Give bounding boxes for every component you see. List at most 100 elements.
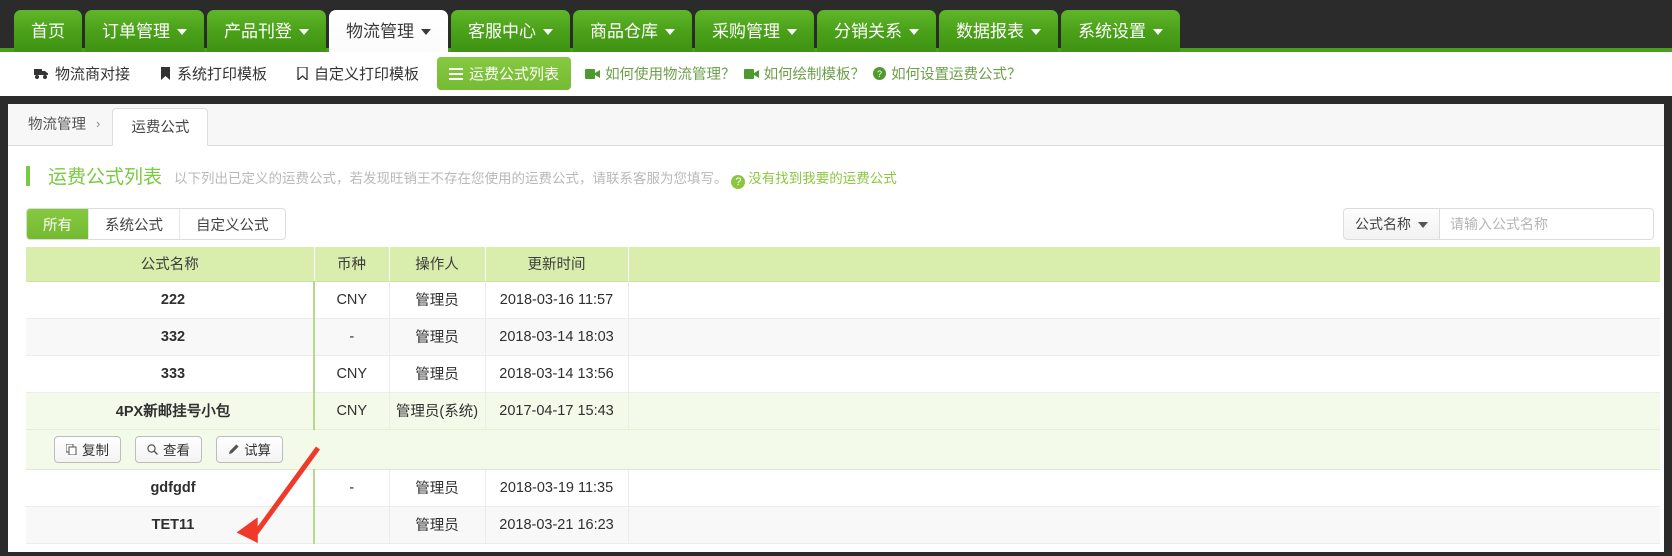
column-header-formula-name: 公式名称 — [26, 247, 315, 282]
cell-actions — [628, 469, 1660, 507]
help-link-label: 如何设置运费公式？ — [891, 67, 1022, 83]
cell-operator: 管理员 — [389, 469, 486, 507]
video-icon — [585, 68, 601, 79]
subnav-item-label: 物流商对接 — [55, 66, 131, 83]
search-field-select[interactable]: 公式名称 — [1343, 208, 1439, 240]
breadcrumb-tab-label: 运费公式 — [131, 120, 190, 136]
row-action-spacer — [389, 429, 485, 470]
cell-currency: CNY — [314, 392, 390, 430]
table-row[interactable]: 333 CNY 管理员 2018-03-14 13:56 — [26, 355, 1660, 393]
cell-operator: 管理员 — [389, 506, 486, 544]
cell-formula-name: 4PX新邮挂号小包 — [26, 392, 315, 430]
chevron-down-icon — [787, 29, 797, 35]
cell-operator: 管理员 — [389, 355, 486, 393]
tab-all[interactable]: 所有 — [27, 209, 89, 239]
nav-item-label: 客服中心 — [468, 21, 536, 41]
cell-actions — [628, 392, 1660, 430]
search-input[interactable] — [1439, 208, 1654, 240]
chevron-down-icon — [543, 29, 553, 35]
help-link-how-to-draw-template[interactable]: 如何绘制模板？ — [743, 63, 865, 84]
row-action-panel: 复制 查看 试算 — [26, 429, 1660, 470]
column-header-currency: 币种 — [314, 247, 390, 282]
subnav-item-shipping-formula-list[interactable]: 运费公式列表 — [437, 57, 572, 90]
column-header-update-time: 更新时间 — [485, 247, 629, 282]
row-action-buttons: 复制 查看 试算 — [26, 429, 314, 470]
tab-custom-formula[interactable]: 自定义公式 — [180, 209, 285, 239]
breadcrumb: 物流管理 › 运费公式 — [8, 104, 1664, 146]
trial-calc-button-label: 试算 — [244, 443, 272, 458]
nav-item-1[interactable]: 订单管理 — [85, 10, 204, 52]
nav-item-7[interactable]: 分销关系 — [817, 10, 936, 52]
sub-navigation-bar: 物流商对接 系统打印模板 自定义打印模板 运费公式列表 如何使用物流管理？ 如何… — [0, 52, 1672, 96]
formula-table: 公式名称 币种 操作人 更新时间 222 CNY 管理员 2018-03-16 … — [26, 247, 1660, 544]
nav-item-3[interactable]: 物流管理 — [329, 10, 448, 52]
nav-item-label: 系统设置 — [1078, 21, 1146, 41]
cell-actions — [628, 355, 1660, 393]
subnav-item-label: 自定义打印模板 — [314, 66, 420, 83]
chevron-down-icon — [1418, 222, 1428, 228]
cell-formula-name: 332 — [26, 318, 315, 356]
nav-item-4[interactable]: 客服中心 — [451, 10, 570, 52]
view-button[interactable]: 查看 — [135, 435, 203, 463]
breadcrumb-tab-shipping-formula[interactable]: 运费公式 — [112, 108, 209, 146]
nav-item-5[interactable]: 商品仓库 — [573, 10, 692, 52]
nav-item-2[interactable]: 产品刊登 — [207, 10, 326, 52]
search-bar: 公式名称 — [1343, 208, 1654, 240]
view-button-label: 查看 — [163, 443, 191, 458]
cell-update-time: 2017-04-17 15:43 — [485, 392, 629, 430]
table-row[interactable]: gdfgdf - 管理员 2018-03-19 11:35 — [26, 469, 1660, 507]
cell-formula-name: 222 — [26, 281, 315, 319]
help-link-label: 如何使用物流管理？ — [605, 67, 736, 83]
subnav-item-system-print-template[interactable]: 系统打印模板 — [148, 57, 279, 90]
cell-formula-name: 333 — [26, 355, 315, 393]
no-formula-found-link[interactable]: ? 没有找到我要的运费公式 — [731, 171, 897, 189]
page-description-text: 以下列出已定义的运费公式，若发现旺销王不存在您使用的运费公式，请联系客服为您填写… — [174, 171, 728, 186]
cell-currency: CNY — [314, 355, 390, 393]
table-row[interactable]: TET11 管理员 2018-03-21 16:23 — [26, 506, 1660, 544]
chevron-down-icon — [665, 29, 675, 35]
cell-actions — [628, 506, 1660, 544]
cell-currency: CNY — [314, 281, 390, 319]
copy-button[interactable]: 复制 — [54, 435, 121, 463]
search-field-select-label: 公式名称 — [1355, 216, 1411, 232]
breadcrumb-root[interactable]: 物流管理 › — [22, 113, 112, 145]
cell-currency — [314, 506, 390, 544]
truck-icon — [34, 68, 49, 80]
cell-update-time: 2018-03-14 13:56 — [485, 355, 629, 393]
cell-update-time: 2018-03-16 11:57 — [485, 281, 629, 319]
list-icon — [449, 67, 464, 80]
cell-operator: 管理员 — [389, 281, 486, 319]
column-header-operator: 操作人 — [389, 247, 486, 282]
table-row-selected[interactable]: 4PX新邮挂号小包 CNY 管理员(系统) 2017-04-17 15:43 — [26, 392, 1660, 430]
pencil-icon — [228, 443, 239, 455]
tab-system-formula[interactable]: 系统公式 — [89, 209, 180, 239]
help-link-how-to-use-logistics[interactable]: 如何使用物流管理？ — [585, 63, 736, 84]
tab-custom-formula-label: 自定义公式 — [196, 217, 269, 234]
cell-currency: - — [314, 469, 390, 507]
svg-text:?: ? — [877, 69, 882, 79]
cell-actions — [628, 281, 1660, 319]
chevron-down-icon — [909, 29, 919, 35]
nav-item-label: 数据报表 — [956, 21, 1024, 41]
question-badge-icon: ? — [731, 175, 746, 189]
row-action-spacer — [485, 429, 628, 470]
help-link-how-to-set-formula[interactable]: ? 如何设置运费公式？ — [873, 63, 1022, 84]
chevron-down-icon — [421, 29, 431, 35]
trial-calc-button[interactable]: 试算 — [216, 435, 284, 463]
nav-item-8[interactable]: 数据报表 — [939, 10, 1058, 52]
subnav-item-custom-print-template[interactable]: 自定义打印模板 — [285, 57, 431, 90]
nav-item-label: 分销关系 — [834, 21, 902, 41]
page-title: 运费公式列表 — [48, 167, 163, 188]
chevron-down-icon — [177, 29, 187, 35]
nav-item-label: 首页 — [31, 21, 65, 41]
nav-item-6[interactable]: 采购管理 — [695, 10, 814, 52]
chevron-down-icon — [1153, 29, 1163, 35]
cell-formula-name: TET11 — [26, 506, 315, 544]
nav-item-0[interactable]: 首页 — [14, 10, 82, 52]
nav-item-9[interactable]: 系统设置 — [1061, 10, 1180, 52]
table-row[interactable]: 332 - 管理员 2018-03-14 18:03 — [26, 318, 1660, 356]
table-row[interactable]: 222 CNY 管理员 2018-03-16 11:57 — [26, 281, 1660, 319]
nav-item-label: 商品仓库 — [590, 21, 658, 41]
cell-formula-name: gdfgdf — [26, 469, 315, 507]
subnav-item-logistics-provider[interactable]: 物流商对接 — [22, 57, 142, 90]
